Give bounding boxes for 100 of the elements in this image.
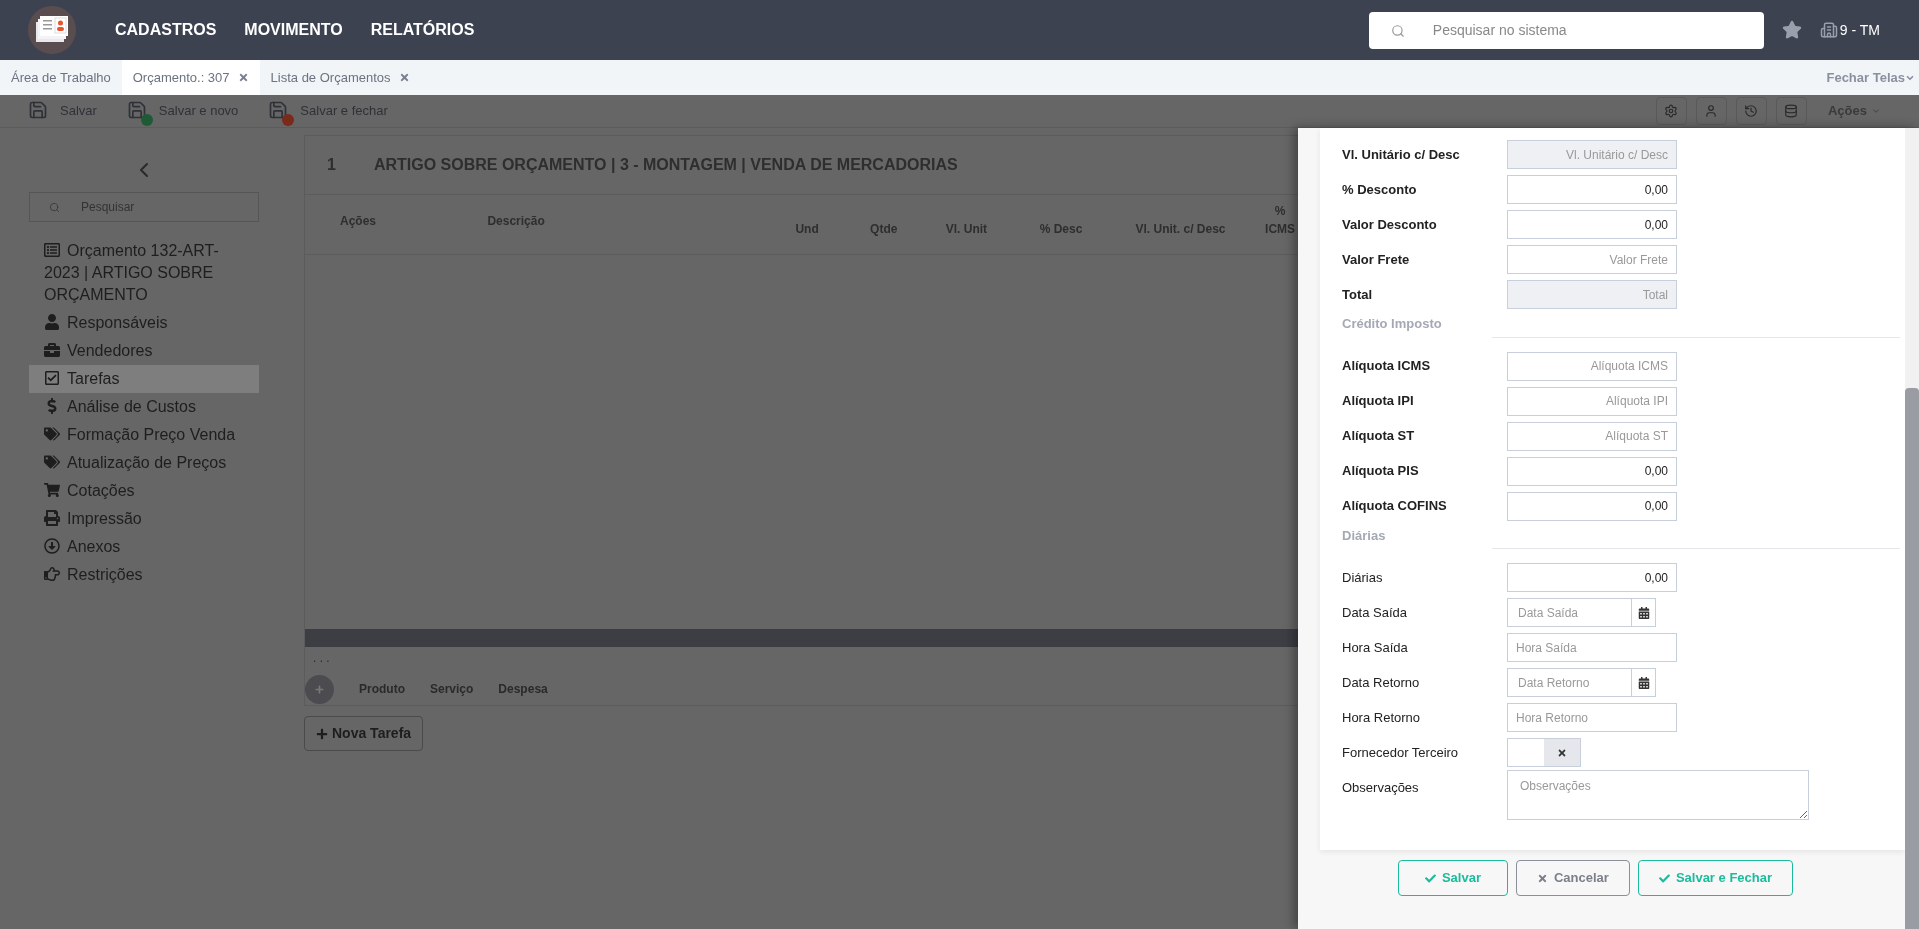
field-label: Hora Saída [1342,638,1409,657]
field-label: Valor Desconto [1342,215,1438,234]
input-field[interactable]: Alíquota ST [1507,421,1677,451]
input-field[interactable]: 0,00 [1507,210,1677,239]
calendar-icon [1637,606,1650,619]
input-field[interactable]: Hora Retorno [1507,703,1677,732]
check-icon [1424,872,1436,884]
horizontal-scrollbar[interactable] [305,629,1300,647]
input-field[interactable]: 0,00 [1507,175,1677,204]
column-header: Qtde [869,221,899,238]
field-label: Data Saída [1342,603,1409,622]
add-icon[interactable] [305,674,334,704]
more-indicator: . . . [312,650,331,667]
star-icon[interactable] [1781,20,1802,40]
cart-icon [44,482,60,498]
calendar-icon [1637,676,1650,689]
column-header: Vl. Unit. c/ Desc [1134,221,1227,238]
input-field[interactable]: 0,00 [1507,491,1677,521]
briefcase-icon [44,342,60,358]
vertical-scrollbar[interactable] [1905,128,1919,929]
checkbox-icon [44,370,60,386]
calendar-button[interactable] [1632,598,1656,627]
check-icon [1658,872,1670,884]
toggle-switch[interactable] [1507,738,1581,767]
building-icon [1819,21,1838,39]
item-tab[interactable]: Despesa [498,680,548,698]
close-icon[interactable] [398,72,410,83]
field-label: Alíquota ST [1342,427,1416,446]
field-label: Hora Retorno [1342,708,1422,727]
tab[interactable]: Lista de Orçamentos [259,60,421,95]
menu-link[interactable]: CADASTROS [115,18,217,42]
field-label: Total [1342,285,1374,304]
input-field[interactable]: Total [1507,280,1677,309]
section-heading: Diárias [1342,526,1387,545]
field-label: Alíquota PIS [1342,462,1420,481]
menu-link[interactable]: MOVIMENTO [244,18,343,42]
user-icon [1704,104,1719,118]
text-area[interactable]: Observações [1507,770,1809,820]
field-label: Observações [1342,779,1420,797]
printer-icon [44,510,60,526]
database-icon [1784,104,1799,118]
user-button[interactable] [1695,97,1727,125]
item-tab[interactable]: Serviço [430,680,474,698]
field-label: Data Retorno [1342,673,1421,692]
download-icon [44,538,60,554]
company-label[interactable]: 9 - TM [1839,19,1880,41]
column-header: Descrição [486,212,546,230]
tab[interactable]: Área de Trabalho [0,60,122,95]
date-field[interactable]: Data Retorno [1507,668,1632,697]
cross-icon [1536,872,1548,884]
history-icon [1744,104,1759,118]
column-header: Vl. Unit [944,221,989,238]
column-header: Und [794,221,820,238]
person-icon [44,314,60,330]
calendar-button[interactable] [1632,668,1656,697]
field-label: Vl. Unitário c/ Desc [1342,145,1461,164]
history-button[interactable] [1735,97,1767,125]
settings-button[interactable] [1655,97,1687,125]
field-label: Alíquota COFINS [1342,497,1448,516]
plus-icon [316,727,328,740]
menu-link[interactable]: RELATÓRIOS [370,18,475,42]
tags-icon [44,454,60,470]
input-field[interactable]: Alíquota IPI [1507,386,1677,416]
task-title: ARTIGO SOBRE ORÇAMENTO | 3 - MONTAGEM | VENDA DE MERCADORIAS [373,155,958,175]
new-task-button[interactable]: Nova Tarefa [304,716,424,751]
cross-icon [1557,747,1567,758]
section-heading: Crédito Imposto [1342,315,1443,333]
caret-icon [1871,106,1881,116]
tags-icon [44,426,60,442]
list-icon [44,242,60,258]
column-header: Ações [339,212,378,230]
field-label: Diárias [1342,568,1384,587]
search-field[interactable]: Pesquisar no sistema [1368,11,1764,49]
column-header: % Desc [1038,221,1084,238]
input-field[interactable]: Alíquota ICMS [1507,351,1677,381]
cancel-button[interactable]: Cancelar [1515,860,1630,896]
save-button[interactable]: Salvar e Fechar [1637,860,1793,896]
search-icon [49,202,60,213]
database-button[interactable] [1775,97,1807,125]
item-tab[interactable]: Produto [359,680,405,698]
field-label: Fornecedor Terceiro [1342,743,1460,762]
save-button[interactable]: Salvar [1397,860,1508,896]
input-field[interactable]: Vl. Unitário c/ Desc [1507,140,1677,169]
search-icon [1390,23,1405,38]
input-field[interactable]: Hora Saída [1507,633,1677,662]
field-label: Alíquota IPI [1342,392,1415,411]
logo-icon [28,6,76,54]
column-header: % ICMS [1264,203,1297,238]
settings-icon [1664,104,1679,118]
tab[interactable]: Orçamento.: 307 [121,60,260,95]
sidebar-item[interactable]: Tarefas [29,365,259,393]
close-icon[interactable] [237,72,249,83]
input-field[interactable]: 0,00 [1507,563,1677,592]
field-label: Alíquota ICMS [1342,357,1432,376]
close-screens-button[interactable]: Fechar Telas [1826,60,1915,95]
date-field[interactable]: Data Saída [1507,598,1632,627]
pointing-hand-icon [44,566,60,582]
field-label: % Desconto [1342,180,1418,199]
input-field[interactable]: Valor Frete [1507,245,1677,274]
input-field[interactable]: 0,00 [1507,456,1677,486]
